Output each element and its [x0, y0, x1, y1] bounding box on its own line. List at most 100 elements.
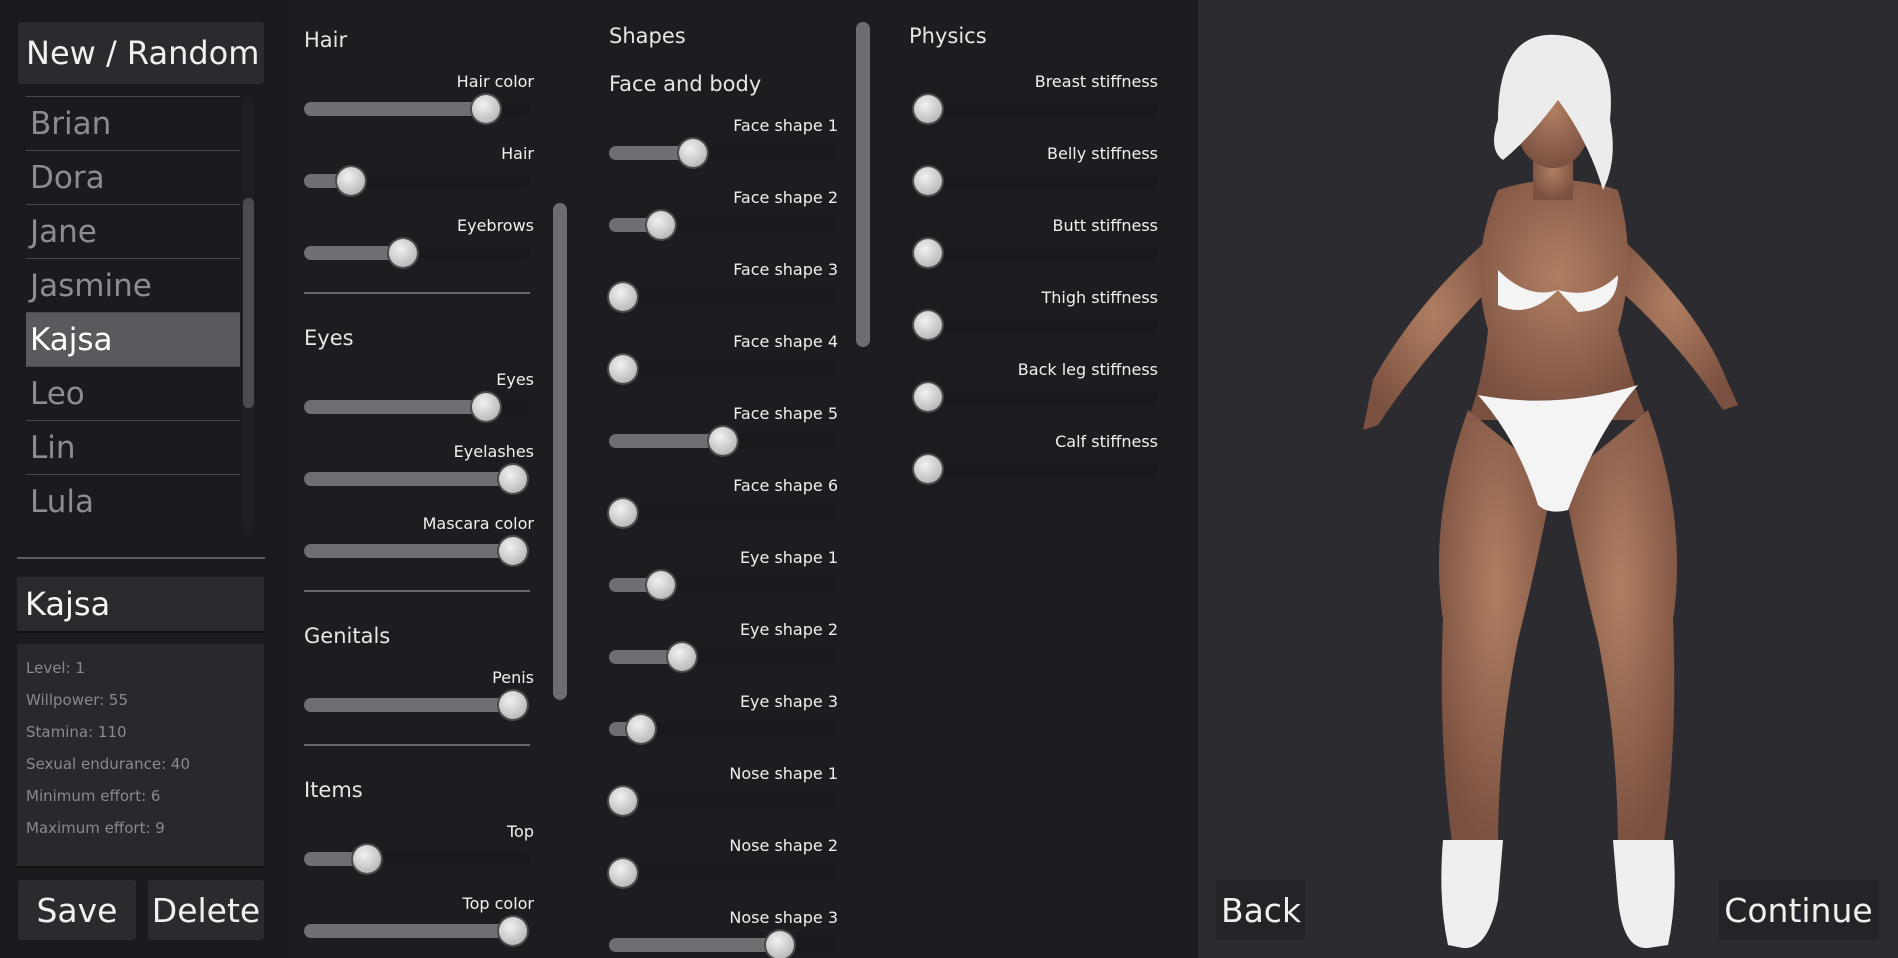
section-divider	[304, 590, 530, 592]
slider-handle[interactable]	[647, 571, 675, 599]
slider-fill	[304, 698, 513, 712]
eyelashes-slider[interactable]	[304, 465, 529, 493]
character-list: Brian Dora Jane Jasmine Kajsa Leo Lin Lu…	[26, 96, 240, 532]
list-item[interactable]: Jasmine	[26, 258, 240, 312]
slider-handle[interactable]	[609, 283, 637, 311]
slider-handle[interactable]	[914, 311, 942, 339]
hair-slider[interactable]	[304, 167, 529, 195]
penis-slider[interactable]	[304, 691, 529, 719]
slider-fill	[304, 472, 513, 486]
face-shape-4-label: Face shape 4	[733, 332, 838, 351]
top-color-slider[interactable]	[304, 917, 529, 945]
nose-shape-2-slider[interactable]	[609, 859, 837, 887]
mascara-color-slider[interactable]	[304, 537, 529, 565]
slider-handle[interactable]	[609, 499, 637, 527]
eyelashes-label: Eyelashes	[453, 442, 534, 461]
calf-stiffness-slider[interactable]	[913, 455, 1158, 483]
list-item[interactable]: Dora	[26, 150, 240, 204]
slider-handle[interactable]	[337, 167, 365, 195]
slider-handle[interactable]	[647, 211, 675, 239]
slider-handle[interactable]	[472, 95, 500, 123]
list-item[interactable]: Brian	[26, 96, 240, 150]
eye-shape-1-slider[interactable]	[609, 571, 837, 599]
top-slider[interactable]	[304, 845, 529, 873]
top-color-label: Top color	[462, 894, 534, 913]
back-leg-stiffness-slider[interactable]	[913, 383, 1158, 411]
eye-shape-3-slider[interactable]	[609, 715, 837, 743]
face-shape-1-slider[interactable]	[609, 139, 837, 167]
face-shape-5-slider[interactable]	[609, 427, 837, 455]
slider-handle[interactable]	[609, 787, 637, 815]
belly-stiffness-slider[interactable]	[913, 167, 1158, 195]
butt-stiffness-slider[interactable]	[913, 239, 1158, 267]
divider	[17, 557, 265, 559]
thigh-stiffness-label: Thigh stiffness	[1041, 288, 1158, 307]
character-list-scroll-thumb[interactable]	[243, 198, 254, 408]
character-sidebar: New / Random Brian Dora Jane Jasmine Kaj…	[0, 0, 288, 958]
slider-handle[interactable]	[472, 393, 500, 421]
face-shape-6-slider[interactable]	[609, 499, 837, 527]
stat-maximum-effort: Maximum effort: 9	[26, 819, 165, 837]
slider-handle[interactable]	[627, 715, 655, 743]
slider-handle[interactable]	[499, 465, 527, 493]
shapes-panel-scroll-thumb[interactable]	[856, 22, 870, 347]
slider-handle[interactable]	[766, 931, 794, 958]
physics-panel: Physics Breast stiffness Belly stiffness Bu…	[893, 0, 1198, 958]
nose-shape-3-slider[interactable]	[609, 931, 837, 958]
face-shape-2-slider[interactable]	[609, 211, 837, 239]
appearance-panel: Hair Hair color Hair Eyebrows Eyes Eyes Eyelas…	[288, 0, 568, 958]
penis-label: Penis	[492, 668, 534, 687]
slider-handle[interactable]	[914, 95, 942, 123]
calf-stiffness-label: Calf stiffness	[1055, 432, 1158, 451]
face-shape-4-slider[interactable]	[609, 355, 837, 383]
breast-stiffness-label: Breast stiffness	[1034, 72, 1158, 91]
eye-shape-1-label: Eye shape 1	[739, 548, 838, 567]
face-shape-3-slider[interactable]	[609, 283, 837, 311]
eyes-slider[interactable]	[304, 393, 529, 421]
character-preview-viewport[interactable]	[1198, 0, 1898, 958]
continue-button[interactable]: Continue	[1718, 880, 1879, 940]
breast-stiffness-slider[interactable]	[913, 95, 1158, 123]
stat-sexual-endurance: Sexual endurance: 40	[26, 755, 191, 773]
top-label: Top	[507, 822, 534, 841]
hair-color-slider[interactable]	[304, 95, 529, 123]
slider-handle[interactable]	[609, 859, 637, 887]
slider-fill	[609, 938, 780, 952]
slider-handle[interactable]	[914, 167, 942, 195]
butt-stiffness-label: Butt stiffness	[1052, 216, 1158, 235]
list-item[interactable]: Jane	[26, 204, 240, 258]
list-item[interactable]: Lin	[26, 420, 240, 474]
back-button[interactable]: Back	[1216, 880, 1306, 940]
thigh-stiffness-slider[interactable]	[913, 311, 1158, 339]
character-stats: Level: 1 Willpower: 55 Stamina: 110 Sexu…	[17, 644, 264, 868]
new-random-button[interactable]: New / Random	[18, 22, 264, 84]
slider-handle[interactable]	[353, 845, 381, 873]
slider-handle[interactable]	[499, 917, 527, 945]
slider-fill	[304, 924, 513, 938]
slider-handle[interactable]	[679, 139, 707, 167]
slider-handle[interactable]	[914, 383, 942, 411]
eye-shape-2-slider[interactable]	[609, 643, 837, 671]
face-shape-1-label: Face shape 1	[733, 116, 838, 135]
slider-handle[interactable]	[609, 355, 637, 383]
character-name-field[interactable]: Kajsa	[17, 577, 264, 633]
list-item-selected[interactable]: Kajsa	[26, 312, 240, 366]
slider-handle[interactable]	[914, 239, 942, 267]
slider-handle[interactable]	[499, 691, 527, 719]
hair-label: Hair	[501, 144, 534, 163]
slider-handle[interactable]	[668, 643, 696, 671]
list-item[interactable]: Leo	[26, 366, 240, 420]
list-item[interactable]: Lula	[26, 474, 240, 528]
slider-handle[interactable]	[389, 239, 417, 267]
appearance-panel-scroll-thumb[interactable]	[553, 203, 567, 700]
slider-handle[interactable]	[914, 455, 942, 483]
nose-shape-1-slider[interactable]	[609, 787, 837, 815]
slider-handle[interactable]	[709, 427, 737, 455]
stat-stamina: Stamina: 110	[26, 723, 127, 741]
delete-button[interactable]: Delete	[148, 880, 264, 940]
save-button[interactable]: Save	[18, 880, 136, 940]
slider-handle[interactable]	[499, 537, 527, 565]
eyebrows-slider[interactable]	[304, 239, 529, 267]
nose-shape-3-label: Nose shape 3	[729, 908, 838, 927]
hair-color-label: Hair color	[456, 72, 534, 91]
